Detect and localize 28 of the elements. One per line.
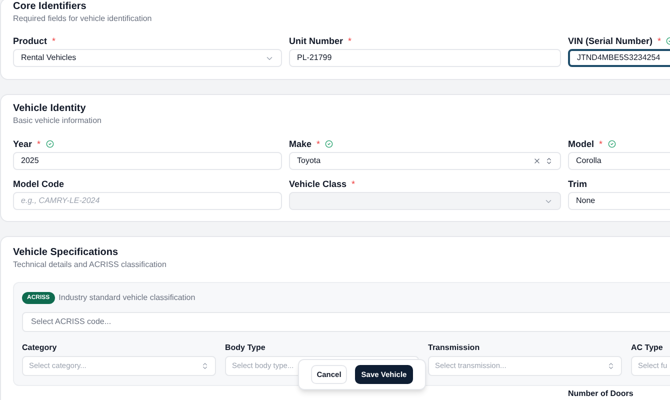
field-label: Number of Doors <box>568 389 634 399</box>
section-subtitle: Technical details and ACRISS classification <box>13 260 168 270</box>
required-mark: * <box>348 36 352 46</box>
required-mark: * <box>599 139 603 149</box>
field-label: Make <box>289 139 312 149</box>
field-label: Trim <box>568 179 588 189</box>
field-label: Model <box>568 139 594 149</box>
section-subtitle: Required fields for vehicle identification <box>13 14 153 24</box>
field-label: Unit Number <box>289 36 343 46</box>
field-label: AC Type <box>631 343 664 353</box>
required-mark: * <box>52 36 56 46</box>
field-label: Category <box>22 343 58 353</box>
field-label: Year <box>13 139 32 149</box>
field-label: VIN (Serial Number) <box>568 36 653 46</box>
section-title: Vehicle Specifications <box>13 247 120 259</box>
required-mark: * <box>37 139 41 149</box>
section-title: Vehicle Identity <box>13 103 87 115</box>
field-label: Vehicle Class <box>289 179 347 189</box>
section-title: Core Identifiers <box>13 1 88 13</box>
section-subtitle: Basic vehicle information <box>13 116 102 126</box>
required-mark: * <box>352 179 356 189</box>
field-label: Body Type <box>225 343 266 353</box>
field-label: Product <box>13 36 48 46</box>
field-label: Model Code <box>13 179 64 189</box>
acriss-description: Industry standard vehicle classification <box>58 293 196 303</box>
field-label: Transmission <box>428 343 481 353</box>
required-mark: * <box>316 139 320 149</box>
required-mark: * <box>658 36 662 46</box>
